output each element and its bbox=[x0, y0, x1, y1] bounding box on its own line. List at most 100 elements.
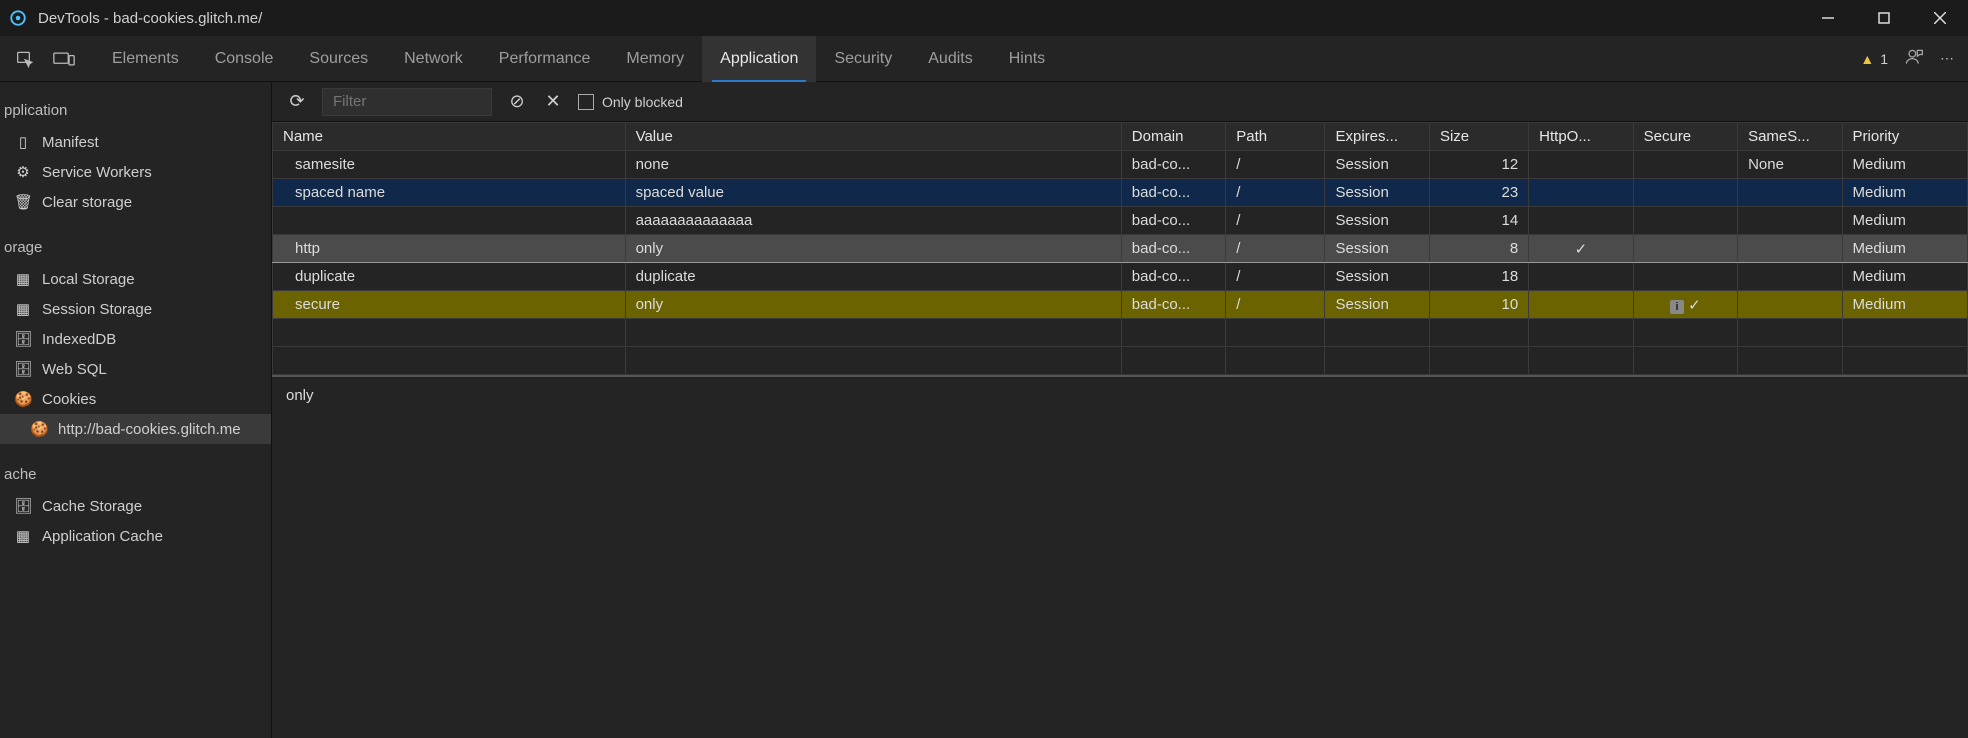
sidebar-item-application-cache[interactable]: ▦Application Cache bbox=[0, 521, 271, 551]
info-icon: i bbox=[1670, 300, 1684, 314]
cell-empty bbox=[1325, 319, 1429, 347]
tab-hints[interactable]: Hints bbox=[991, 36, 1063, 82]
cell-expires: Session bbox=[1325, 291, 1429, 319]
cell-name: samesite bbox=[273, 151, 626, 179]
cookie-detail-value: only bbox=[286, 387, 314, 404]
cell-empty bbox=[273, 319, 626, 347]
refresh-icon[interactable]: ⟳ bbox=[286, 91, 308, 112]
cell-empty bbox=[1738, 347, 1842, 375]
sidebar-item-session-storage[interactable]: ▦Session Storage bbox=[0, 294, 271, 324]
feedback-icon[interactable] bbox=[1904, 47, 1924, 70]
tab-security[interactable]: Security bbox=[816, 36, 910, 82]
tab-elements[interactable]: Elements bbox=[94, 36, 197, 82]
table-header-row: Name Value Domain Path Expires... Size H… bbox=[273, 123, 1968, 151]
cell-empty bbox=[1325, 347, 1429, 375]
sidebar-item-cookie-origin[interactable]: 🍪http://bad-cookies.glitch.me bbox=[0, 414, 271, 444]
cell-path: / bbox=[1226, 207, 1325, 235]
table-row[interactable]: samesitenonebad-co.../Session12NoneMediu… bbox=[273, 151, 1968, 179]
cell-expires: Session bbox=[1325, 263, 1429, 291]
tab-network[interactable]: Network bbox=[386, 36, 481, 82]
cell-value: only bbox=[625, 291, 1121, 319]
devtools-tabs-bar: Elements Console Sources Network Perform… bbox=[0, 36, 1968, 82]
tab-memory[interactable]: Memory bbox=[608, 36, 702, 82]
cell-empty bbox=[625, 319, 1121, 347]
cell-samesite bbox=[1738, 235, 1842, 263]
cell-path: / bbox=[1226, 151, 1325, 179]
cell-expires: Session bbox=[1325, 179, 1429, 207]
cell-httponly bbox=[1529, 207, 1633, 235]
application-sidebar: pplication ▯Manifest ⚙Service Workers 🗑C… bbox=[0, 82, 272, 738]
col-value[interactable]: Value bbox=[625, 123, 1121, 151]
more-icon[interactable]: ⋯ bbox=[1940, 50, 1956, 67]
cell-samesite bbox=[1738, 291, 1842, 319]
table-row[interactable]: httponlybad-co.../Session8✓Medium bbox=[273, 235, 1968, 263]
clear-all-icon[interactable]: ⊘ bbox=[506, 91, 528, 112]
col-priority[interactable]: Priority bbox=[1842, 123, 1967, 151]
cell-secure bbox=[1633, 179, 1737, 207]
sidebar-item-indexeddb[interactable]: 🗄IndexedDB bbox=[0, 324, 271, 354]
table-row[interactable]: secureonlybad-co.../Session10i✓Medium bbox=[273, 291, 1968, 319]
warnings-badge[interactable]: ▲1 bbox=[1860, 51, 1888, 67]
cell-secure bbox=[1633, 207, 1737, 235]
sidebar-item-local-storage[interactable]: ▦Local Storage bbox=[0, 264, 271, 294]
cell-size: 12 bbox=[1429, 151, 1528, 179]
database-icon: 🗄 bbox=[14, 330, 32, 348]
filter-input[interactable] bbox=[322, 88, 492, 116]
cell-size: 18 bbox=[1429, 263, 1528, 291]
col-domain[interactable]: Domain bbox=[1121, 123, 1225, 151]
sidebar-item-clear-storage[interactable]: 🗑 Clear storage bbox=[0, 187, 271, 217]
file-icon: ▯ bbox=[14, 133, 32, 151]
cell-empty bbox=[273, 347, 626, 375]
cell-empty bbox=[1121, 319, 1225, 347]
col-expires[interactable]: Expires... bbox=[1325, 123, 1429, 151]
cell-priority: Medium bbox=[1842, 291, 1967, 319]
label: Clear storage bbox=[42, 194, 132, 211]
col-httponly[interactable]: HttpO... bbox=[1529, 123, 1633, 151]
col-path[interactable]: Path bbox=[1226, 123, 1325, 151]
col-samesite[interactable]: SameS... bbox=[1738, 123, 1842, 151]
label: Cache Storage bbox=[42, 498, 142, 515]
col-name[interactable]: Name bbox=[273, 123, 626, 151]
cell-domain: bad-co... bbox=[1121, 263, 1225, 291]
table-row-empty bbox=[273, 319, 1968, 347]
trash-icon: 🗑 bbox=[14, 193, 32, 211]
sidebar-item-service-workers[interactable]: ⚙Service Workers bbox=[0, 157, 271, 187]
tab-performance[interactable]: Performance bbox=[481, 36, 609, 82]
sidebar-item-manifest[interactable]: ▯Manifest bbox=[0, 127, 271, 157]
cookies-table-wrap: Name Value Domain Path Expires... Size H… bbox=[272, 122, 1968, 375]
cell-domain: bad-co... bbox=[1121, 291, 1225, 319]
maximize-button[interactable] bbox=[1856, 0, 1912, 36]
table-row[interactable]: aaaaaaaaaaaaaabad-co.../Session14Medium bbox=[273, 207, 1968, 235]
grid-icon: ▦ bbox=[14, 527, 32, 545]
cookie-icon: 🍪 bbox=[30, 420, 48, 438]
cell-path: / bbox=[1226, 263, 1325, 291]
cell-expires: Session bbox=[1325, 207, 1429, 235]
clear-icon[interactable]: ✕ bbox=[542, 91, 564, 112]
cookie-icon: 🍪 bbox=[14, 390, 32, 408]
label: Web SQL bbox=[42, 361, 107, 378]
tab-application[interactable]: Application bbox=[702, 36, 816, 82]
cell-name: spaced name bbox=[273, 179, 626, 207]
cell-samesite bbox=[1738, 179, 1842, 207]
inspect-element-icon[interactable] bbox=[12, 45, 40, 73]
table-row[interactable]: spaced namespaced valuebad-co.../Session… bbox=[273, 179, 1968, 207]
label: Session Storage bbox=[42, 301, 152, 318]
device-toggle-icon[interactable] bbox=[50, 45, 78, 73]
cell-size: 10 bbox=[1429, 291, 1528, 319]
minimize-button[interactable] bbox=[1800, 0, 1856, 36]
tab-audits[interactable]: Audits bbox=[910, 36, 990, 82]
table-row[interactable]: duplicateduplicatebad-co.../Session18Med… bbox=[273, 263, 1968, 291]
col-secure[interactable]: Secure bbox=[1633, 123, 1737, 151]
cell-name: secure bbox=[273, 291, 626, 319]
cell-domain: bad-co... bbox=[1121, 235, 1225, 263]
sidebar-item-web-sql[interactable]: 🗄Web SQL bbox=[0, 354, 271, 384]
cell-samesite bbox=[1738, 207, 1842, 235]
close-button[interactable] bbox=[1912, 0, 1968, 36]
col-size[interactable]: Size bbox=[1429, 123, 1528, 151]
tab-sources[interactable]: Sources bbox=[291, 36, 386, 82]
tab-console[interactable]: Console bbox=[197, 36, 292, 82]
sidebar-item-cache-storage[interactable]: 🗄Cache Storage bbox=[0, 491, 271, 521]
only-blocked-toggle[interactable]: Only blocked bbox=[578, 94, 683, 110]
sidebar-item-cookies[interactable]: 🍪Cookies bbox=[0, 384, 271, 414]
cell-httponly bbox=[1529, 179, 1633, 207]
